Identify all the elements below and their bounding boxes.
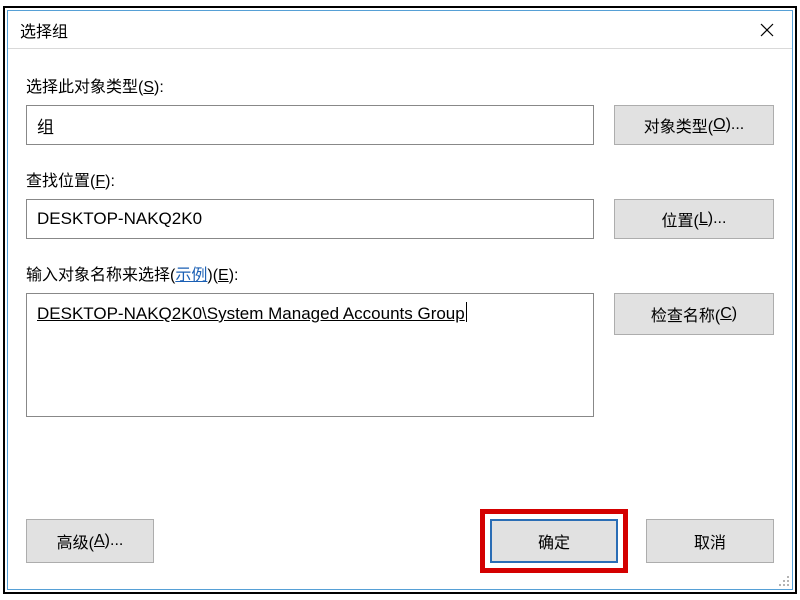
examples-link[interactable]: 示例 [175,267,207,284]
dialog-title: 选择组 [20,18,68,42]
object-names-label: 输入对象名称来选择(示例)(E): [26,261,774,285]
text-caret [466,302,467,322]
object-names-input[interactable]: DESKTOP-NAKQ2K0\System Managed Accounts … [26,293,594,417]
select-groups-dialog: 选择组 选择此对象类型(S): 组 对象类型(O)... 查找位置(F): DE… [7,10,793,590]
close-button[interactable] [742,12,792,48]
titlebar: 选择组 [8,11,792,49]
object-types-button[interactable]: 对象类型(O)... [614,105,774,145]
resize-grip-icon[interactable] [775,572,789,586]
ok-button[interactable]: 确定 [490,519,618,563]
cancel-button[interactable]: 取消 [646,519,774,563]
location-label: 查找位置(F): [26,167,774,191]
ok-highlight: 确定 [480,509,628,573]
locations-button[interactable]: 位置(L)... [614,199,774,239]
object-type-label: 选择此对象类型(S): [26,73,774,97]
object-type-field: 组 [26,105,594,145]
location-field: DESKTOP-NAKQ2K0 [26,199,594,239]
check-names-button[interactable]: 检查名称(C) [614,293,774,335]
close-icon [760,23,774,37]
advanced-button[interactable]: 高级(A)... [26,519,154,563]
